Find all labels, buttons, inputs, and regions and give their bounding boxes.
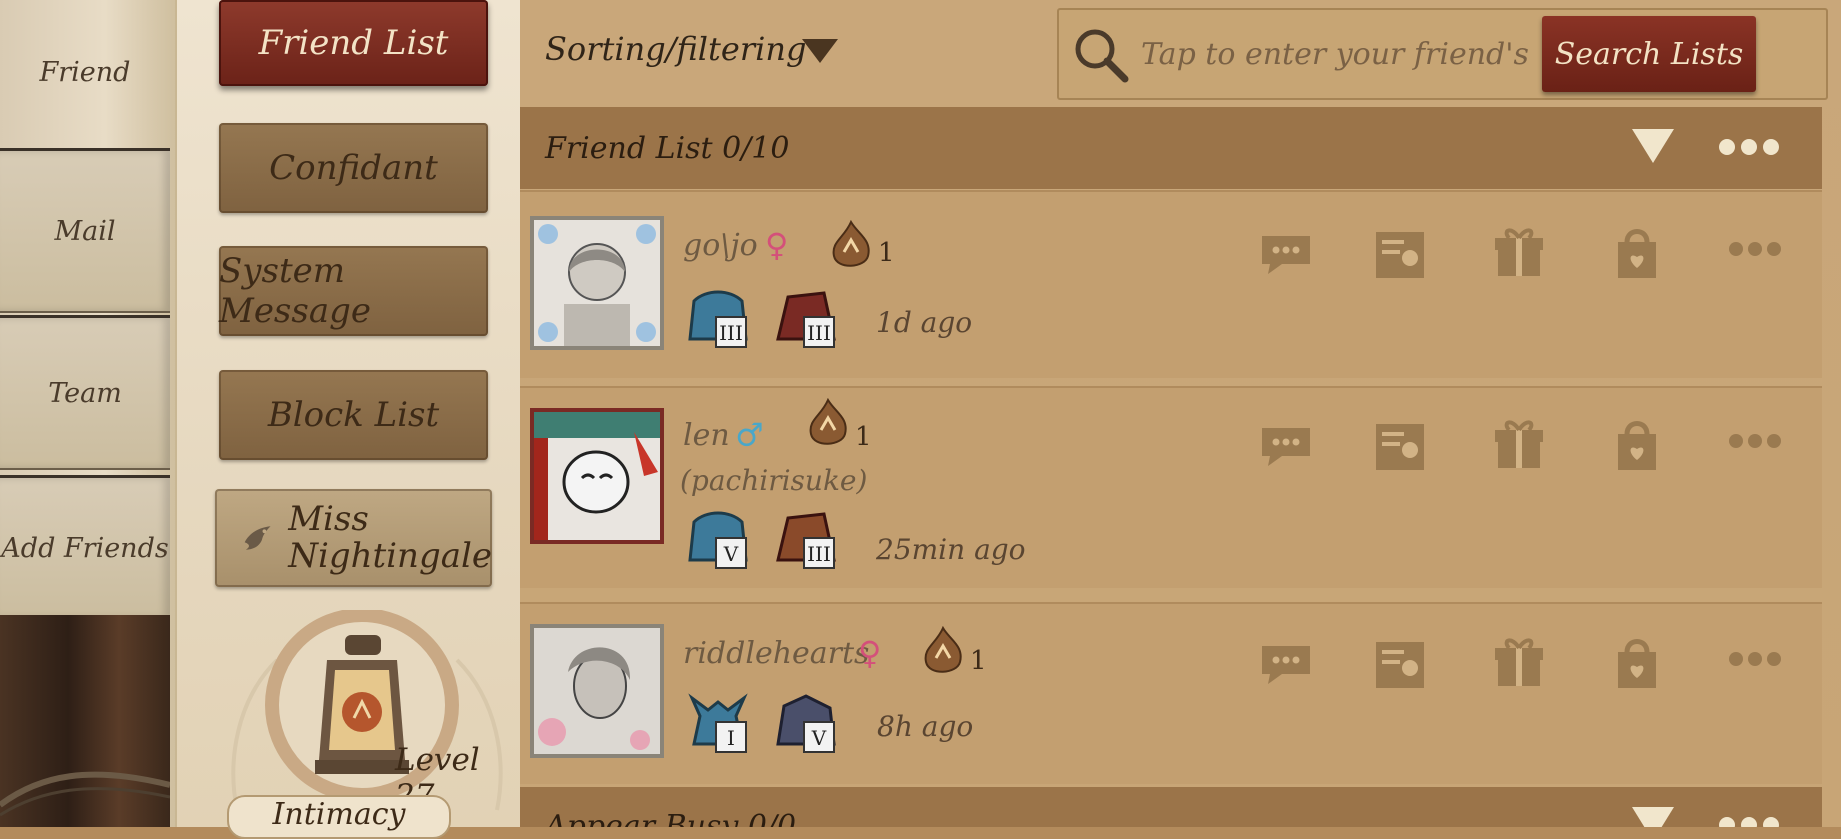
friend-list-panel: Sorting/filtering Search Lists Friend Li…	[520, 0, 1841, 827]
side-tab-mail[interactable]: Mail	[0, 148, 170, 313]
nightingale-label: Miss Nightingale	[288, 501, 492, 575]
section-title: Friend List 0/10	[545, 130, 790, 166]
nightingale-label-line1: Miss	[288, 499, 369, 539]
search-input[interactable]	[1139, 30, 1533, 78]
friend-avatar[interactable]	[530, 624, 664, 758]
friend-row[interactable]: len ♂ 1 (pachirisuke) V III 25min ago	[520, 386, 1822, 588]
badge-rank: V	[723, 542, 739, 566]
more-options-icon[interactable]	[1728, 432, 1782, 450]
shop-bag-icon[interactable]	[1612, 418, 1662, 474]
friend-nickname: riddlehearts	[683, 636, 870, 671]
collapse-caret-icon[interactable]	[1632, 807, 1674, 827]
friend-row[interactable]: go\jo ♀ 1 III III 1d ago	[520, 190, 1822, 378]
last-online-time: 1d ago	[876, 306, 973, 339]
shop-bag-icon[interactable]	[1612, 636, 1662, 692]
avatar-portrait-icon	[534, 628, 660, 754]
badge-rank: III	[807, 542, 831, 566]
badge-rank: V	[811, 726, 827, 750]
friend-avatar[interactable]	[530, 408, 664, 544]
friend-row[interactable]: riddlehearts ♀ 1 I V 8h ago	[520, 602, 1822, 784]
friend-list-section-header[interactable]: Friend List 0/10	[520, 107, 1822, 189]
gift-icon[interactable]	[1492, 418, 1546, 472]
chat-icon[interactable]	[1258, 642, 1314, 686]
search-icon	[1075, 29, 1129, 83]
female-icon: ♀	[858, 634, 882, 672]
badge-rank: III	[807, 321, 831, 345]
female-icon: ♀	[765, 226, 789, 264]
male-icon: ♂	[735, 416, 764, 454]
nightingale-bird-icon	[244, 526, 271, 550]
chat-icon[interactable]	[1258, 232, 1314, 276]
search-bar: Search Lists	[1057, 8, 1828, 100]
friend-nickname: go\jo	[683, 228, 758, 263]
survivor-rank-badge-icon: III	[688, 290, 748, 348]
nightingale-label-line2: Nightingale	[288, 536, 492, 576]
sorting-filter-label[interactable]: Sorting/filtering	[545, 30, 806, 68]
last-online-time: 8h ago	[877, 710, 974, 743]
avatar-portrait-icon	[534, 412, 660, 540]
category-label: Block List	[267, 395, 440, 435]
survivor-rank-badge-icon: V	[688, 511, 748, 569]
category-confidant[interactable]: Confidant	[219, 123, 488, 213]
profile-card-icon[interactable]	[1372, 420, 1428, 474]
intimacy-flame-icon	[809, 398, 847, 445]
gift-icon[interactable]	[1492, 636, 1546, 690]
hunter-rank-badge-icon: III	[776, 291, 836, 348]
more-options-icon[interactable]	[1728, 650, 1782, 668]
gift-icon[interactable]	[1492, 226, 1546, 280]
shop-bag-icon[interactable]	[1612, 226, 1662, 282]
category-block-list[interactable]: Block List	[219, 370, 488, 460]
chat-icon[interactable]	[1258, 424, 1314, 468]
side-tab-add-friends[interactable]: Add Friends	[0, 475, 170, 620]
appear-busy-section-header[interactable]: Appear Busy 0/0	[520, 787, 1822, 827]
intimacy-flame-icon	[924, 626, 962, 673]
category-label: Friend List	[258, 23, 449, 63]
collapse-caret-icon[interactable]	[1632, 129, 1674, 165]
category-label: System Message	[219, 251, 371, 331]
intimacy-count: 1	[878, 238, 895, 268]
side-tab-column: Friend Mail Team Add Friends	[0, 0, 175, 827]
friend-remark: (pachirisuke)	[680, 464, 868, 497]
category-column: Friend List Confidant System Message Blo…	[175, 0, 522, 839]
side-tab-label: Team	[48, 377, 122, 409]
side-tab-friend[interactable]: Friend	[0, 0, 170, 145]
hunter-rank-badge-icon: III	[776, 512, 836, 569]
category-label: Confidant	[269, 148, 438, 188]
side-tab-team[interactable]: Team	[0, 315, 170, 470]
intimacy-flame-icon	[832, 220, 870, 267]
more-options-icon[interactable]	[1718, 137, 1780, 157]
category-system-message[interactable]: System Message	[219, 246, 488, 336]
section-title: Appear Busy 0/0	[545, 809, 797, 827]
side-tab-label: Add Friends	[1, 532, 169, 564]
intimacy-count: 1	[970, 646, 987, 676]
search-lists-button[interactable]: Search Lists	[1542, 16, 1756, 92]
caret-down-icon[interactable]	[802, 39, 838, 65]
hunter-rank-badge-icon: V	[776, 694, 836, 753]
badge-rank: III	[719, 321, 743, 345]
friend-avatar[interactable]	[530, 216, 664, 350]
side-tab-label: Mail	[54, 215, 116, 247]
avatar-portrait-icon	[534, 220, 660, 346]
category-friend-list[interactable]: Friend List	[219, 0, 488, 86]
category-miss-nightingale[interactable]: Miss Nightingale	[215, 489, 492, 587]
side-tab-label: Friend	[39, 57, 131, 88]
friend-nickname: len	[683, 418, 730, 453]
more-options-icon[interactable]	[1728, 240, 1782, 258]
profile-card-icon[interactable]	[1372, 638, 1428, 692]
rope-decoration	[0, 771, 170, 817]
intimacy-count: 1	[855, 422, 872, 452]
badge-rank: I	[727, 726, 735, 750]
intimacy-label: Intimacy	[227, 795, 451, 839]
profile-card-icon[interactable]	[1372, 228, 1428, 282]
survivor-rank-badge-icon: I	[688, 693, 748, 753]
more-options-icon[interactable]	[1718, 815, 1780, 827]
last-online-time: 25min ago	[876, 533, 1026, 566]
